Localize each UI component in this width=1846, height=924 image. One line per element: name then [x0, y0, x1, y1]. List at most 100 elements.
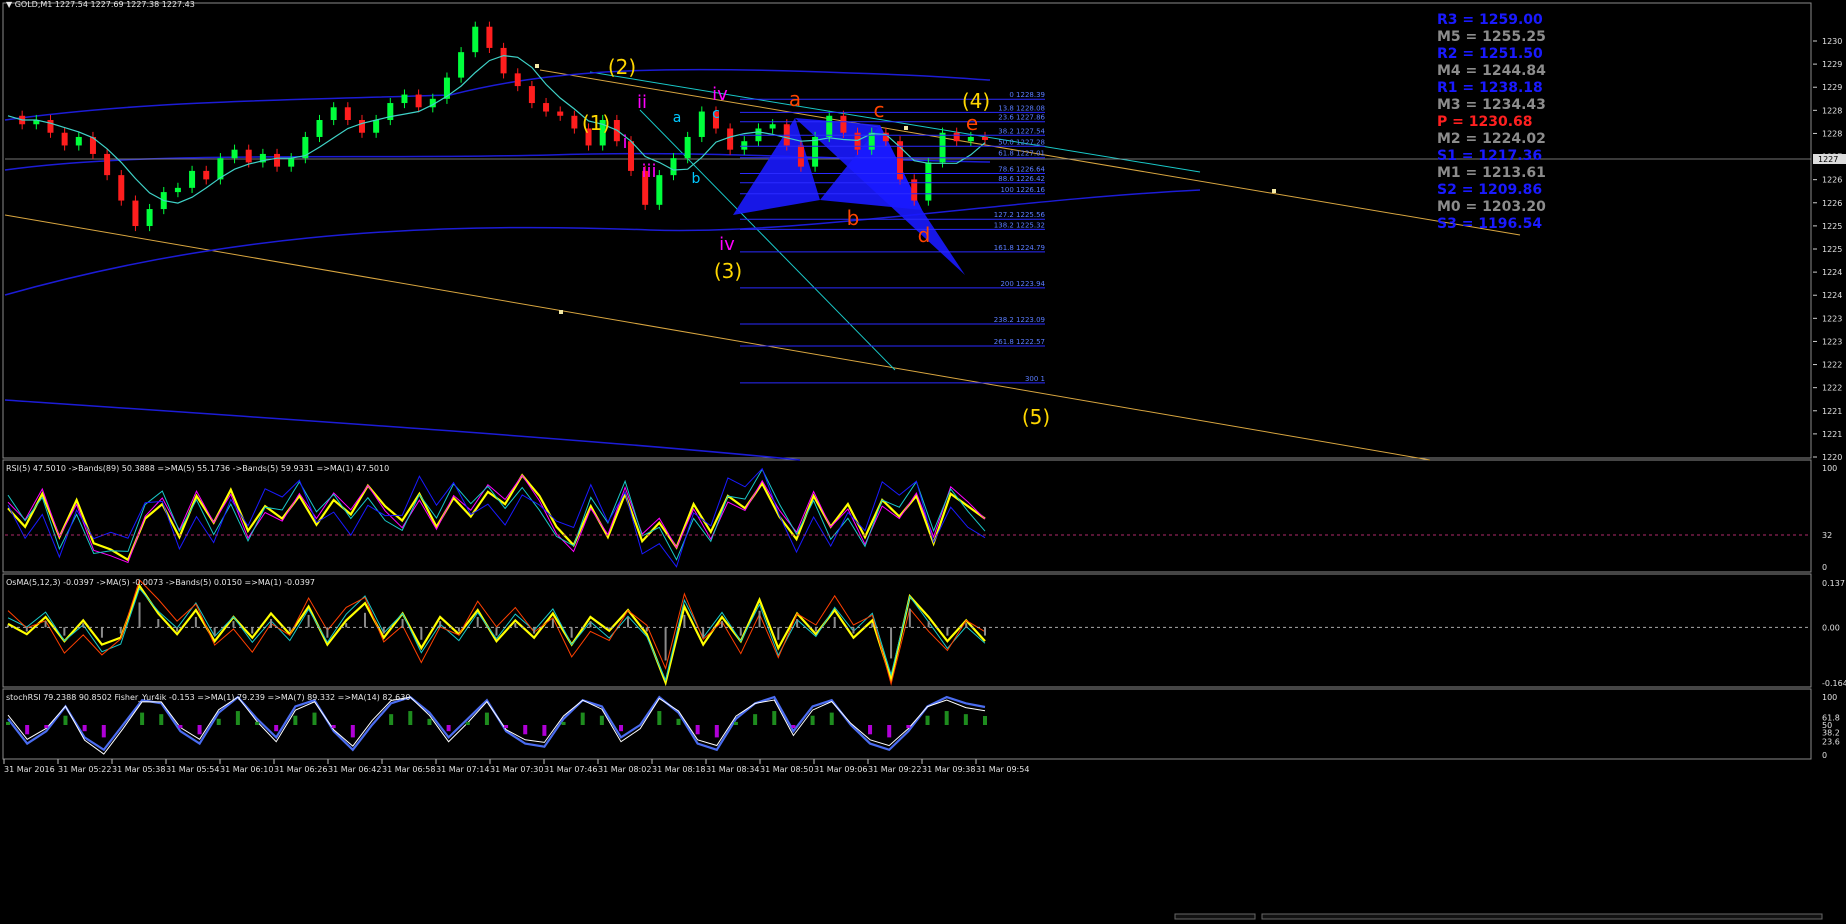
candle-body [75, 136, 82, 146]
chart-canvas[interactable]: 0 1228.39 13.8 1228.08 23.6 1227.86 38.2 12… [0, 0, 1846, 920]
price-tick-label: 1226 [1822, 199, 1842, 208]
fib-level-label: 261.8 1222.57 [994, 338, 1045, 346]
time-tick-label: 31 Mar 05:38 [112, 765, 165, 774]
pivot-level: M3 = 1234.43 [1437, 97, 1546, 113]
pivot-level: S1 = 1217.36 [1437, 148, 1542, 164]
price-tick-label: 1222 [1822, 384, 1842, 393]
time-tick-label: 31 Mar 06:26 [274, 765, 327, 774]
fib-level-label: 300 1 [1025, 375, 1045, 383]
candle-body [628, 141, 635, 171]
candle-body [925, 162, 932, 201]
time-tick-label: 31 Mar 09:22 [868, 765, 921, 774]
time-tick-label: 31 Mar 05:22 [58, 765, 111, 774]
candle-body [741, 141, 748, 150]
candle-body [330, 107, 337, 121]
fib-level-label: 13.8 1228.08 [998, 104, 1045, 112]
pivot-level: S3 = 1196.54 [1437, 216, 1542, 232]
fib-level-label: 78.6 1226.64 [998, 165, 1045, 173]
wave-label: (5) [1022, 405, 1050, 429]
wave-label: (1) [582, 111, 610, 135]
price-tick-label: 1228 [1822, 129, 1842, 138]
trend-anchor [559, 310, 563, 314]
fib-level-label: 50.0 1227.28 [998, 138, 1045, 146]
fib-level-label: 88.6 1226.42 [998, 175, 1045, 183]
wave-label: (4) [962, 89, 990, 113]
horizontal-scrollbar[interactable] [1174, 913, 1256, 920]
candle-body [401, 94, 408, 104]
price-tick-label: 1221 [1822, 430, 1842, 439]
candle-body [571, 115, 578, 129]
pivot-level: R1 = 1238.18 [1437, 80, 1543, 96]
candle-body [769, 124, 776, 129]
current-price-label: 1227 [1818, 155, 1838, 164]
fib-level-label: 61.8 1227.01 [998, 150, 1045, 158]
price-tick-label: 1228 [1822, 106, 1842, 115]
time-tick-label: 31 Mar 09:06 [814, 765, 867, 774]
candle-body [472, 26, 479, 53]
trend-anchor [535, 64, 539, 68]
wave-label: c [712, 106, 720, 122]
pivot-level: R3 = 1259.00 [1437, 12, 1543, 28]
time-tick-label: 31 Mar 06:42 [328, 765, 381, 774]
wave-label: iii [641, 161, 656, 182]
candle-body [61, 132, 68, 146]
time-tick-label: 31 Mar 08:02 [598, 765, 651, 774]
pivot-level: M0 = 1203.20 [1437, 199, 1546, 215]
candle-body [118, 175, 125, 201]
pivot-level: R2 = 1251.50 [1437, 46, 1543, 62]
candle-body [245, 149, 252, 163]
pivot-level: M4 = 1244.84 [1437, 63, 1546, 79]
pivot-level: M5 = 1255.25 [1437, 29, 1546, 45]
time-tick-label: 31 Mar 08:34 [706, 765, 759, 774]
candle-body [528, 86, 535, 104]
wave-label: (2) [608, 55, 636, 79]
time-tick-label: 31 Mar 06:58 [382, 765, 435, 774]
wave-label: d [918, 223, 931, 247]
time-tick-label: 31 Mar 09:54 [976, 765, 1029, 774]
wave-label: iv [719, 234, 735, 255]
price-tick-label: 1225 [1822, 222, 1842, 231]
price-tick-label: 1230 [1822, 37, 1842, 46]
candle-body [670, 158, 677, 176]
wave-label: iv [712, 84, 728, 105]
candle-body [656, 175, 663, 205]
oscillator-tick-label: 38.2 [1822, 728, 1840, 737]
candle-body [727, 128, 734, 150]
candle-body [274, 153, 281, 167]
osma-title: OsMA(5,12,3) -0.0397 ->MA(5) -0.0073 ->B… [6, 578, 315, 587]
price-tick-label: 1222 [1822, 361, 1842, 370]
candle-body [373, 120, 380, 133]
candle-body [840, 115, 847, 133]
candle-body [104, 153, 111, 176]
oscillator-tick-label: 0 [1822, 563, 1827, 572]
price-tick-label: 1221 [1822, 407, 1842, 416]
candle-body [684, 136, 691, 159]
candle-body [797, 145, 804, 167]
price-tick-label: 1224 [1822, 291, 1842, 300]
candle-body [203, 170, 210, 180]
pivot-level: P = 1230.68 [1437, 114, 1533, 130]
wave-label: (3) [714, 259, 742, 283]
oscillator-tick-label: 32 [1822, 531, 1832, 540]
wave-label: i [622, 132, 627, 153]
fib-level-label: 200 1223.94 [1000, 280, 1045, 288]
horizontal-scrollbar-track[interactable] [1261, 913, 1823, 920]
time-tick-label: 31 Mar 09:38 [922, 765, 975, 774]
candle-body [953, 132, 960, 142]
rsi-title: RSI(5) 47.5010 ->Bands(89) 50.3888 =>MA(… [6, 464, 389, 473]
wave-label: a [673, 110, 682, 126]
candle-body [231, 149, 238, 159]
time-tick-label: 31 Mar 2016 [4, 765, 55, 774]
fib-level-label: 161.8 1224.79 [994, 244, 1045, 252]
time-tick-label: 31 Mar 06:10 [220, 765, 273, 774]
fib-level-label: 127.2 1225.56 [994, 211, 1046, 219]
time-tick-label: 31 Mar 08:50 [760, 765, 813, 774]
time-tick-label: 31 Mar 05:54 [166, 765, 219, 774]
window-title: ▼ GOLD,M1 1227.54 1227.69 1227.38 1227.4… [6, 0, 195, 9]
trend-anchor [1272, 189, 1276, 193]
candle-body [486, 26, 493, 48]
candle-body [146, 209, 153, 227]
price-tick-label: 1225 [1822, 245, 1842, 254]
trend-anchor [904, 126, 908, 130]
pivot-level: M1 = 1213.61 [1437, 165, 1546, 181]
